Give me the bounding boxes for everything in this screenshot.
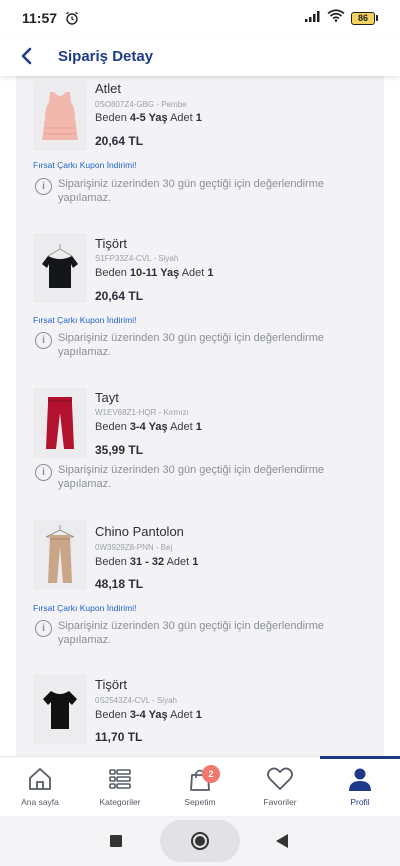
product-name: Tişört [95,236,128,251]
review-note: i Siparişiniz üzerinden 30 gün geçtiği i… [35,331,355,359]
home-system-button[interactable] [160,820,240,862]
info-icon: i [35,178,52,195]
product-price: 48,18 TL [95,577,144,591]
review-note: i Siparişiniz üzerinden 30 gün geçtiği i… [35,463,355,491]
product-name: Atlet [95,81,122,96]
nav-favorites-label: Favoriler [263,797,297,807]
product-image[interactable] [33,388,87,458]
page-title: Sipariş Detay [58,47,154,65]
nav-cart-label: Sepetim [184,797,216,807]
product-image[interactable] [33,81,87,151]
product-attributes: Beden 3-4 Yaş Adet 1 [95,709,202,721]
product-qty: 1 [195,112,202,124]
categories-icon [109,769,131,789]
product-attributes: Beden 4-5 Yaş Adet 1 [95,112,202,124]
product-image[interactable] [33,674,87,744]
product-name: Tayt [95,390,119,405]
product-attributes: Beden 10-11 Yaş Adet 1 [95,267,214,279]
nav-profile-label: Profil [350,797,370,807]
nav-home-label: Ana sayfa [21,797,59,807]
product-image[interactable] [33,233,87,303]
product-attributes: Beden 31 - 32 Adet 1 [95,556,199,568]
nav-categories[interactable]: Kategoriler [80,757,160,816]
product-name: Chino Pantolon [95,524,184,539]
product-code: 0W3929Z8-PNN - Bej [95,543,173,552]
status-time: 11:57 [22,10,58,26]
product-size: 3-4 Yaş [129,421,168,433]
product-size: 10-11 Yaş [129,267,180,279]
cart-count-badge: 2 [202,765,220,783]
chevron-left-icon [21,47,32,65]
product-qty: 1 [207,267,214,279]
status-bar: 11:57 86 [0,0,400,36]
info-icon: i [35,464,52,481]
product-code: 0S2543Z4-CVL - Siyah [95,696,177,705]
home-icon [29,768,51,790]
product-size: 31 - 32 [129,556,165,568]
nav-profile[interactable]: Profil [320,756,400,816]
product-size: 3-4 Yaş [129,709,168,721]
product-name: Tişört [95,677,128,692]
bottom-navigation: Ana sayfa Kategoriler 2 Sepetim Favorile… [0,756,400,816]
back-button[interactable] [6,36,46,76]
nav-favorites[interactable]: Favoriler [240,757,320,816]
review-note: i Siparişiniz üzerinden 30 gün geçtiği i… [35,177,355,205]
product-price: 11,70 TL [95,730,143,744]
review-note: i Siparişiniz üzerinden 30 gün geçtiği i… [35,619,355,647]
product-price: 20,64 TL [95,134,144,148]
battery-level: 86 [351,11,375,25]
product-size: 4-5 Yaş [129,112,168,124]
order-detail-list[interactable]: Atlet 0SO807Z4-GBG - Pembe Beden 4-5 Yaş… [0,76,400,756]
signal-icon [305,9,321,27]
info-icon: i [35,332,52,349]
product-image[interactable] [33,520,87,590]
product-qty: 1 [192,556,199,568]
coupon-label: Fırsat Çarkı Kupon İndirimi! [33,603,137,613]
nav-categories-label: Kategoriler [99,797,141,807]
coupon-label: Fırsat Çarkı Kupon İndirimi! [33,315,137,325]
nav-home[interactable]: Ana sayfa [0,757,80,816]
product-code: S1FP33Z4-CVL - Siyah [95,254,179,263]
info-icon: i [35,620,52,637]
heart-icon [267,767,293,790]
wifi-icon [327,9,345,27]
nav-cart[interactable]: 2 Sepetim [160,757,240,816]
recent-apps-button[interactable] [110,835,122,847]
coupon-label: Fırsat Çarkı Kupon İndirimi! [33,160,137,170]
back-system-button[interactable] [276,834,288,848]
alarm-icon [65,11,79,25]
system-navigation-bar [0,816,400,866]
product-code: 0SO807Z4-GBG - Pembe [95,100,187,109]
profile-icon [349,768,371,791]
product-price: 35,99 TL [95,443,144,457]
home-circle-icon [191,832,209,850]
product-price: 20,64 TL [95,289,144,303]
product-qty: 1 [195,421,202,433]
product-attributes: Beden 3-4 Yaş Adet 1 [95,421,202,433]
product-qty: 1 [195,709,202,721]
product-code: W1EV68Z1-HQR - Kırmızı [95,408,189,417]
app-header: Sipariş Detay [0,36,400,76]
battery-icon: 86 [351,11,378,25]
